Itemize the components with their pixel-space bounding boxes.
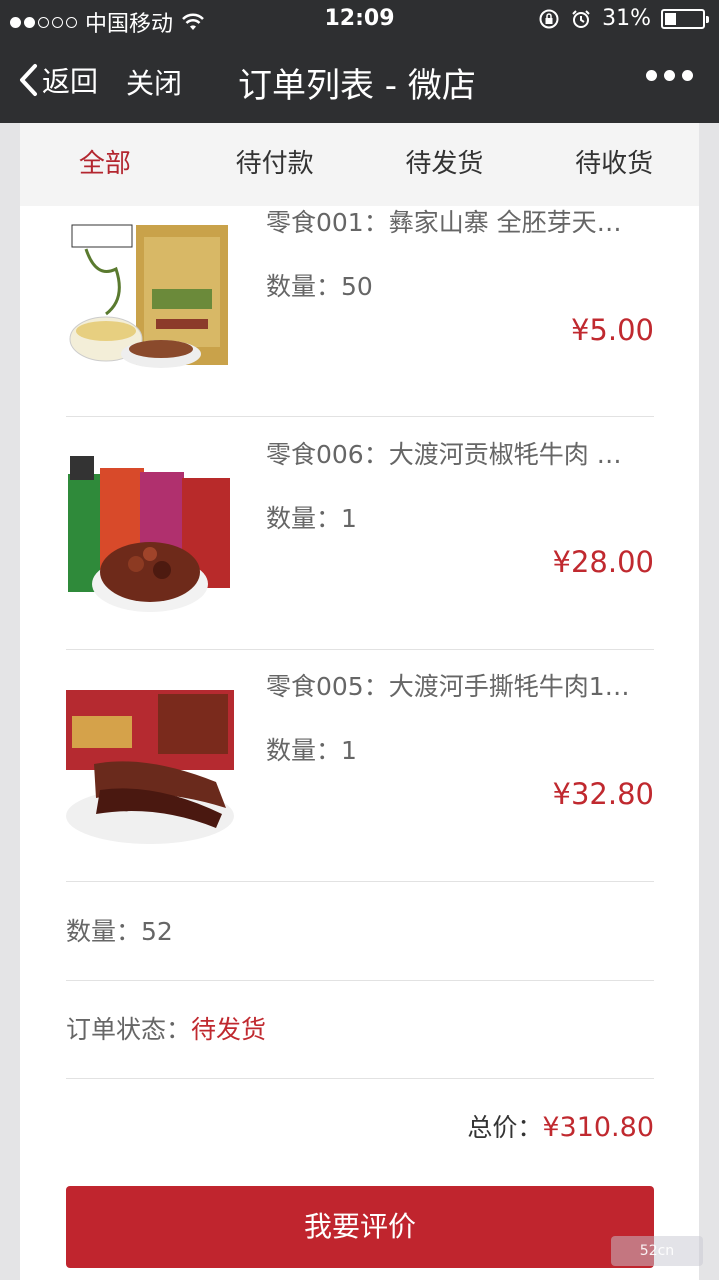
item-quantity: 数量：1 (266, 736, 357, 765)
item-price: ¥28.00 (552, 545, 654, 579)
status-right: 31% (538, 6, 709, 31)
item-price: ¥5.00 (570, 313, 654, 347)
battery-percent: 31% (602, 6, 651, 31)
total-price-label: 总价： (467, 1113, 543, 1142)
product-image (66, 686, 234, 846)
status-bar: 中国移动 12:09 31% (0, 0, 719, 40)
order-status-row: 订单状态：待发货 (66, 981, 654, 1079)
review-button[interactable]: 我要评价 (66, 1186, 654, 1268)
item-quantity: 数量：1 (266, 504, 357, 533)
more-icon[interactable] (646, 70, 693, 81)
order-status-label: 订单状态： (66, 1015, 192, 1044)
nav-bar: 返回 关闭 订单列表 - 微店 (0, 40, 719, 123)
item-name: 零食006：大渡河贡椒牦牛肉 … (266, 440, 622, 469)
order-item[interactable]: 零食006：大渡河贡椒牦牛肉 … 数量：1 ¥28.00 (66, 418, 654, 650)
alarm-icon (572, 9, 590, 28)
close-button[interactable]: 关闭 (126, 62, 182, 102)
back-button[interactable]: 返回 (18, 60, 98, 100)
item-quantity: 数量：50 (266, 272, 373, 301)
battery-icon (661, 8, 709, 29)
total-price-value: ¥310.80 (542, 1112, 654, 1143)
total-quantity-text: 数量：52 (66, 917, 173, 946)
order-status-value: 待发货 (191, 1015, 267, 1044)
item-price: ¥32.80 (552, 777, 654, 811)
order-total-price-row: 总价：¥310.80 (66, 1079, 654, 1177)
rotation-lock-icon (539, 9, 559, 28)
order-item[interactable]: 零食005：大渡河手撕牦牛肉1… 数量：1 ¥32.80 (66, 650, 654, 882)
chevron-left-icon (20, 64, 37, 96)
product-image (66, 219, 234, 379)
item-name: 零食001：彝家山寨 全胚芽天… (266, 208, 622, 237)
item-name: 零食005：大渡河手撕牦牛肉1… (266, 672, 630, 701)
back-label: 返回 (42, 65, 99, 98)
page-title: 订单列表 - 微店 (238, 66, 476, 106)
order-card: 全部 待付款 待发货 待收货 零食001：彝家山寨 全胚芽天… 数量：50 ¥5… (20, 123, 699, 1280)
watermark: 52cn (611, 1236, 703, 1266)
order-total-quantity: 数量：52 (66, 883, 654, 981)
order-item[interactable]: 零食001：彝家山寨 全胚芽天… 数量：50 ¥5.00 (66, 185, 654, 417)
product-image (66, 454, 234, 614)
